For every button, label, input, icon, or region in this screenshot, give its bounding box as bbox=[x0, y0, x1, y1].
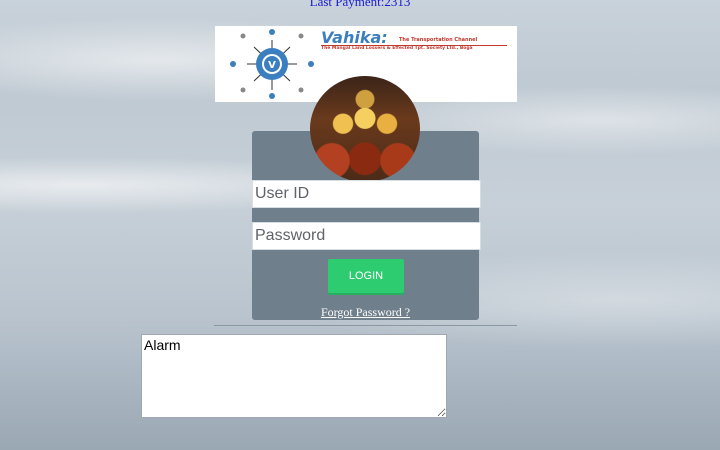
login-button[interactable]: LOGIN bbox=[328, 259, 404, 293]
vahika-hub-logo-icon: V bbox=[230, 29, 314, 99]
password-input[interactable] bbox=[252, 222, 481, 250]
last-payment-text: Last Payment:2313 bbox=[309, 0, 411, 9]
deity-avatar-image bbox=[310, 76, 420, 182]
forgot-password-link[interactable]: Forgot Password ? bbox=[252, 305, 479, 320]
divider bbox=[214, 325, 517, 326]
user-id-input[interactable] bbox=[252, 180, 481, 208]
alarm-textarea[interactable]: Alarm bbox=[141, 334, 447, 418]
logo-subtitle: The Mangal Land Lossers & Effected Tpt. … bbox=[321, 46, 473, 51]
logo-tagline: The Transportation Channel bbox=[399, 37, 478, 43]
logo-mark-letter: V bbox=[268, 60, 276, 71]
